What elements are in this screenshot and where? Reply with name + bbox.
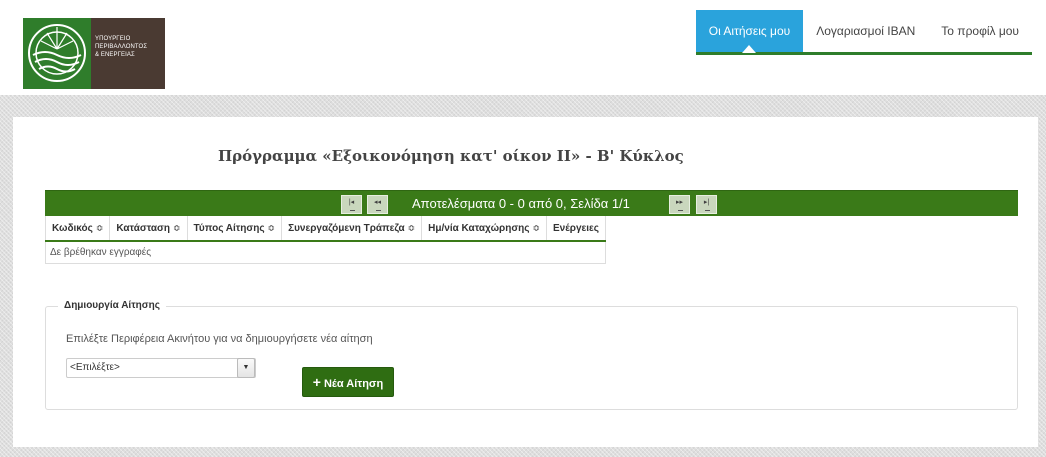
- column-status[interactable]: Κατάσταση ≎: [109, 216, 188, 242]
- logo-line-1: ΥΠΟΥΡΓΕΙΟ: [95, 36, 131, 42]
- sort-icon: ≎: [267, 222, 276, 233]
- nav-iban-accounts[interactable]: Λογαριασμοί IBAN: [803, 10, 928, 52]
- prev-page-button[interactable]: ◂◂: [367, 195, 388, 214]
- new-application-label: Νέα Αίτηση: [323, 378, 384, 390]
- first-page-button[interactable]: |◂: [341, 195, 362, 214]
- plus-icon: +: [312, 374, 321, 390]
- sort-icon: ≎: [95, 222, 104, 233]
- logo-line-2: ΠΕΡΙΒΑΛΛΟΝΤΟΣ: [95, 44, 148, 50]
- dropdown-arrow-icon[interactable]: ▼: [237, 358, 255, 378]
- create-help-text: Επιλέξτε Περιφέρεια Ακινήτου για να δημι…: [66, 333, 373, 345]
- column-application-type[interactable]: Τύπος Αίτησης ≎: [187, 216, 283, 242]
- main-nav: Οι Αιτήσεις μου Λογαριασμοί IBAN Το προφ…: [695, 10, 1032, 55]
- results-pager-bar: |◂ ◂◂ Αποτελέσματα 0 - 0 από 0, Σελίδα 1…: [45, 190, 1018, 216]
- new-application-button[interactable]: + Νέα Αίτηση: [302, 367, 394, 397]
- logo-text: ΥΠΟΥΡΓΕΙΟ ΠΕΡΙΒΑΛΛΟΝΤΟΣ & ΕΝΕΡΓΕΙΑΣ: [91, 18, 165, 89]
- region-select-value: <Επιλέξτε>: [70, 362, 120, 373]
- table-header-row: Κωδικός ≎ Κατάσταση ≎ Τύπος Αίτησης ≎ Συνερ…: [44, 216, 606, 242]
- header: ΥΠΟΥΡΓΕΙΟ ΠΕΡΙΒΑΛΛΟΝΤΟΣ & ΕΝΕΡΓΕΙΑΣ Οι Α…: [0, 0, 1046, 95]
- column-registration-date[interactable]: Ημ/νία Καταχώρησης ≎: [421, 216, 548, 242]
- sort-icon: ≎: [532, 222, 541, 233]
- last-page-button[interactable]: ▸|: [696, 195, 717, 214]
- first-page-icon: |◂: [348, 199, 355, 206]
- last-page-icon: ▸|: [703, 199, 710, 206]
- create-application-legend: Δημιουργία Αίτησης: [58, 300, 166, 311]
- region-select[interactable]: <Επιλέξτε> ▼: [66, 358, 256, 378]
- next-page-icon: ▸▸: [675, 199, 684, 206]
- logo-line-3: & ΕΝΕΡΓΕΙΑΣ: [95, 52, 135, 58]
- applications-table: Κωδικός ≎ Κατάσταση ≎ Τύπος Αίτησης ≎ Συνερ…: [44, 216, 606, 264]
- nav-my-profile[interactable]: Το προφίλ μου: [928, 10, 1032, 52]
- logo-emblem-icon: [23, 18, 91, 89]
- create-application-fieldset: Δημιουργία Αίτησης Επιλέξτε Περιφέρεια Α…: [45, 300, 1018, 410]
- results-summary: Αποτελέσματα 0 - 0 από 0, Σελίδα 1/1: [412, 196, 630, 211]
- sort-icon: ≎: [172, 222, 181, 233]
- prev-page-icon: ◂◂: [373, 199, 382, 206]
- page-title: Πρόγραμμα «Εξοικονόμηση κατ' οίκον ΙΙ» -…: [218, 147, 684, 165]
- ministry-logo[interactable]: ΥΠΟΥΡΓΕΙΟ ΠΕΡΙΒΑΛΛΟΝΤΟΣ & ΕΝΕΡΓΕΙΑΣ: [23, 18, 165, 89]
- sort-icon: ≎: [407, 222, 416, 233]
- column-code[interactable]: Κωδικός ≎: [44, 216, 111, 242]
- table-row: Δε βρέθηκαν εγγραφές: [45, 241, 606, 264]
- main-panel: Πρόγραμμα «Εξοικονόμηση κατ' οίκον ΙΙ» -…: [13, 117, 1038, 447]
- next-page-button[interactable]: ▸▸: [669, 195, 690, 214]
- nav-my-applications[interactable]: Οι Αιτήσεις μου: [695, 10, 804, 53]
- column-partner-bank[interactable]: Συνεργαζόμενη Τράπεζα ≎: [281, 216, 423, 242]
- column-actions: Ενέργειες: [546, 216, 606, 242]
- empty-table-message: Δε βρέθηκαν εγγραφές: [45, 241, 606, 264]
